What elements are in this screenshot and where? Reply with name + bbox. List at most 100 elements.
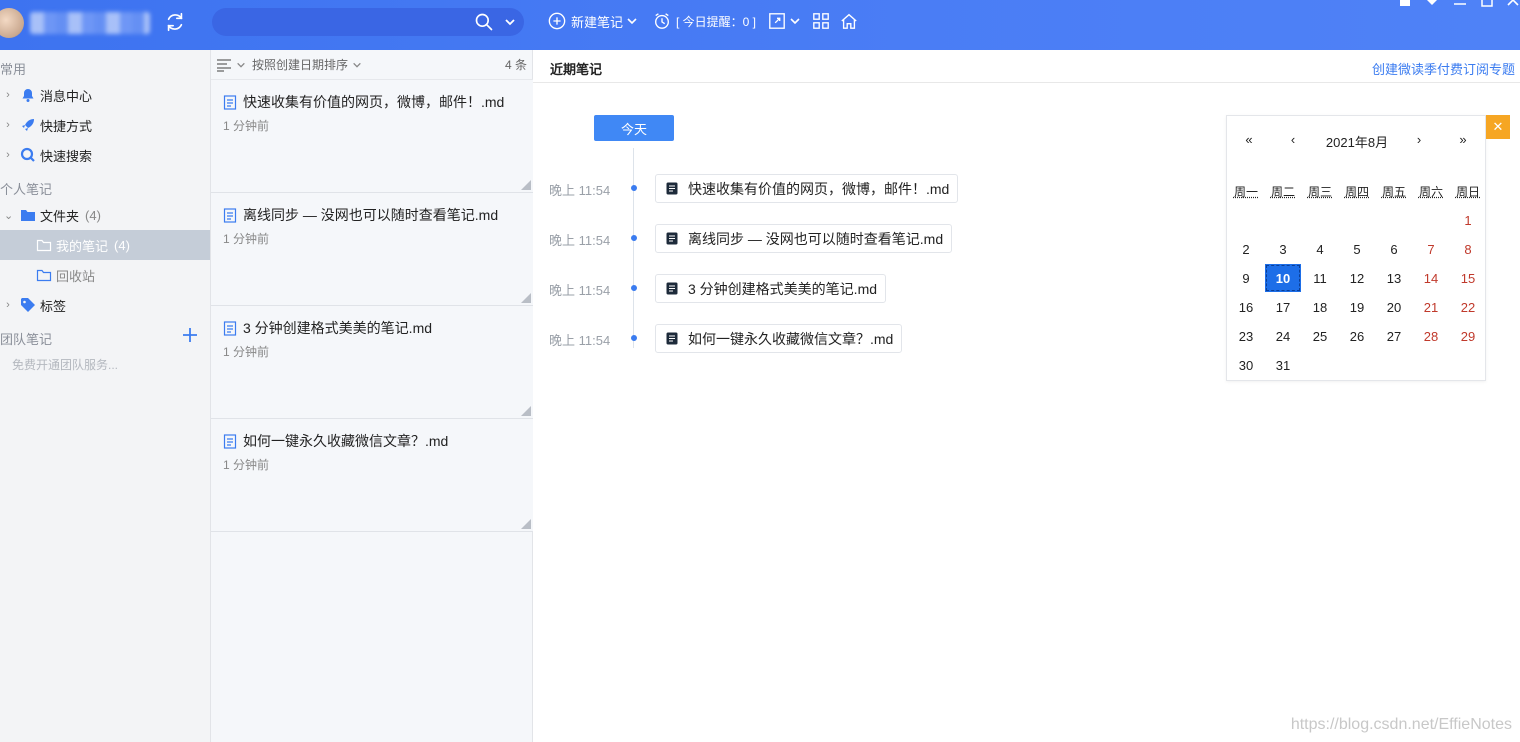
calendar-day[interactable]: 9 — [1228, 264, 1264, 292]
resize-grip-icon[interactable] — [521, 406, 531, 416]
note-list-header: 按照创建日期排序 4 条 — [211, 50, 533, 80]
add-icon[interactable] — [181, 326, 199, 344]
sidebar-item-tags[interactable]: › 标签 — [0, 290, 210, 320]
sort-label[interactable]: 按照创建日期排序 — [252, 56, 348, 73]
minimize-icon[interactable] — [1451, 0, 1469, 8]
calendar-day[interactable]: 6 — [1376, 235, 1412, 263]
timeline-note[interactable]: 快速收集有价值的网页，微博，邮件！.md — [655, 174, 959, 203]
document-icon — [666, 332, 678, 345]
calendar-day[interactable]: 25 — [1302, 322, 1338, 350]
calendar-day[interactable]: 16 — [1228, 293, 1264, 321]
calendar-day-selected[interactable]: 10 — [1265, 264, 1301, 292]
new-note-button[interactable]: 新建笔记 — [548, 0, 638, 42]
calendar-month-label[interactable]: 2021年8月 — [1307, 132, 1407, 151]
note-list-item[interactable]: 离线同步 — 没网也可以随时查看笔记.md 1 分钟前 — [211, 193, 533, 306]
sidebar-item-quick-search[interactable]: › 快速搜索 — [0, 140, 210, 170]
calendar-weekday: 周二 — [1270, 185, 1295, 199]
today-button[interactable]: 今天 — [594, 115, 674, 141]
note-title: 如何一键永久收藏微信文章？.md — [243, 433, 449, 449]
apps-grid-button[interactable] — [812, 0, 830, 42]
calendar-close-button[interactable]: ✕ — [1486, 115, 1510, 139]
calendar-day[interactable]: 22 — [1450, 293, 1486, 321]
chevron-down-icon[interactable] — [504, 16, 516, 28]
timeline-note[interactable]: 如何一键永久收藏微信文章？.md — [655, 324, 903, 353]
calendar-day[interactable]: 28 — [1413, 322, 1449, 350]
chevron-right-icon: › — [6, 89, 10, 101]
calendar-day[interactable]: 12 — [1339, 264, 1375, 292]
calendar-day[interactable]: 20 — [1376, 293, 1412, 321]
calendar-day[interactable]: 30 — [1228, 351, 1264, 379]
timeline-dot — [631, 235, 637, 241]
sidebar-item-folders[interactable]: ⌄ 文件夹 (4) — [0, 200, 210, 230]
sidebar: 常用 › 消息中心 › 快捷方式 › 快速搜索 个人笔记 ⌄ 文件夹 (4) 我 — [0, 50, 211, 742]
calendar-day[interactable]: 4 — [1302, 235, 1338, 263]
sort-lines-icon[interactable] — [216, 58, 232, 72]
calendar-day[interactable]: 13 — [1376, 264, 1412, 292]
chevron-down-icon — [790, 18, 800, 25]
calendar-day[interactable]: 23 — [1228, 322, 1264, 350]
today-reminder-button[interactable]: [ 今日提醒：0 ] — [653, 0, 756, 42]
calendar-day[interactable]: 26 — [1339, 322, 1375, 350]
resize-grip-icon[interactable] — [521, 519, 531, 529]
note-list-item[interactable]: 3 分钟创建格式美美的笔记.md 1 分钟前 — [211, 306, 533, 419]
prev-year-button[interactable]: « — [1239, 132, 1259, 147]
timeline-time: 晚上 11:54 — [549, 233, 611, 248]
calendar-day[interactable]: 8 — [1450, 235, 1486, 263]
skin-icon[interactable] — [1396, 0, 1414, 8]
calendar-day[interactable]: 27 — [1376, 322, 1412, 350]
note-title: 离线同步 — 没网也可以随时查看笔记.md — [243, 207, 499, 223]
calendar-day[interactable]: 29 — [1450, 322, 1486, 350]
chevron-down-icon[interactable] — [236, 60, 246, 70]
resize-grip-icon[interactable] — [521, 293, 531, 303]
sidebar-item-recycle-bin[interactable]: 回收站 — [0, 260, 210, 290]
grid-icon — [813, 13, 829, 29]
home-button[interactable] — [840, 0, 858, 42]
document-icon — [223, 320, 237, 336]
folder-outline-icon — [36, 237, 52, 253]
sidebar-item-label: 回收站 — [56, 268, 96, 284]
user-avatar[interactable] — [0, 8, 24, 38]
chevron-down-icon[interactable]: ⌄ — [4, 209, 13, 222]
calendar-day[interactable]: 5 — [1339, 235, 1375, 263]
sync-icon[interactable] — [164, 11, 186, 33]
close-window-icon[interactable] — [1504, 0, 1520, 8]
chevron-down-icon — [627, 18, 637, 25]
calendar-day[interactable]: 14 — [1413, 264, 1449, 292]
next-year-button[interactable]: » — [1453, 132, 1473, 147]
sidebar-item-shortcuts[interactable]: › 快捷方式 — [0, 110, 210, 140]
prev-month-button[interactable]: ‹ — [1283, 132, 1303, 147]
fullscreen-button[interactable] — [768, 0, 801, 42]
search-icon[interactable] — [474, 12, 494, 32]
calendar-day[interactable]: 18 — [1302, 293, 1338, 321]
menu-dropdown-icon[interactable] — [1423, 0, 1441, 8]
calendar-day[interactable]: 1 — [1450, 206, 1486, 234]
chevron-down-icon[interactable] — [352, 60, 362, 70]
calendar-day[interactable]: 7 — [1413, 235, 1449, 263]
calendar-day[interactable]: 24 — [1265, 322, 1301, 350]
sidebar-item-label: 文件夹 — [40, 208, 80, 224]
new-note-label: 新建笔记 — [571, 14, 624, 30]
create-subscription-link[interactable]: 创建微读季付费订阅专题 — [1372, 59, 1515, 78]
calendar-day[interactable]: 21 — [1413, 293, 1449, 321]
calendar-weekday: 周五 — [1381, 185, 1406, 199]
calendar-day[interactable]: 3 — [1265, 235, 1301, 263]
calendar-day[interactable]: 17 — [1265, 293, 1301, 321]
sidebar-item-messages[interactable]: › 消息中心 — [0, 80, 210, 110]
section-title-common: 常用 — [0, 62, 27, 77]
calendar-day[interactable]: 19 — [1339, 293, 1375, 321]
search-input[interactable] — [212, 8, 524, 36]
next-month-button[interactable]: › — [1409, 132, 1429, 147]
section-title-personal: 个人笔记 — [0, 182, 53, 197]
maximize-icon[interactable] — [1478, 0, 1496, 8]
note-list-item[interactable]: 快速收集有价值的网页，微博，邮件！.md 1 分钟前 — [211, 80, 533, 193]
timeline-note[interactable]: 离线同步 — 没网也可以随时查看笔记.md — [655, 224, 953, 253]
resize-grip-icon[interactable] — [521, 180, 531, 190]
note-list-item[interactable]: 如何一键永久收藏微信文章？.md 1 分钟前 — [211, 419, 533, 532]
calendar-day[interactable]: 2 — [1228, 235, 1264, 263]
calendar-day[interactable]: 11 — [1302, 264, 1338, 292]
team-service-hint[interactable]: 免费开通团队服务... — [12, 356, 118, 373]
timeline-note[interactable]: 3 分钟创建格式美美的笔记.md — [655, 274, 887, 303]
sidebar-item-my-notes[interactable]: 我的笔记 (4) — [0, 230, 210, 260]
calendar-day[interactable]: 31 — [1265, 351, 1301, 379]
calendar-day[interactable]: 15 — [1450, 264, 1486, 292]
